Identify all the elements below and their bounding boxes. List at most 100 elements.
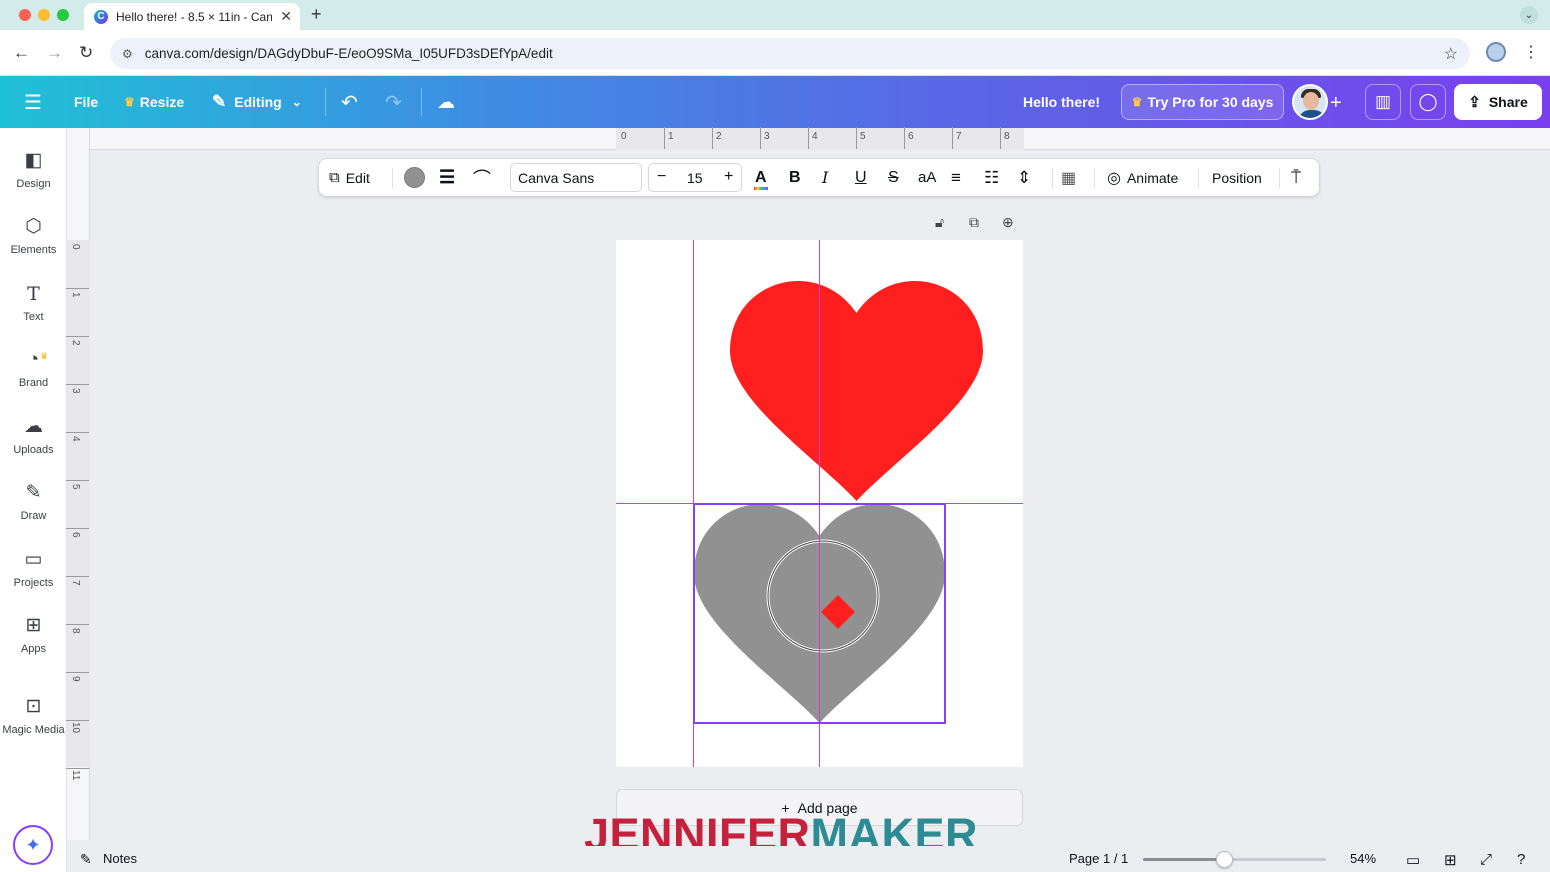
tab-search-chevron-icon[interactable]: ⌄ [1520,6,1538,24]
site-info-icon[interactable]: ⚙ [122,47,133,61]
browser-tab[interactable]: C Hello there! - 8.5 × 11in - Canva ✕ [84,3,300,30]
animate-label: Animate [1126,169,1179,186]
new-tab-icon[interactable]: + [311,4,322,25]
zoom-slider-thumb[interactable] [1215,851,1233,868]
grid-view-icon[interactable]: ⊞ [1444,851,1457,869]
red-heart-shape[interactable] [730,281,983,501]
try-pro-button[interactable]: ♛ Try Pro for 30 days [1121,84,1284,120]
edit-button[interactable]: ⧉ Edit [329,159,370,196]
crown-icon: ♛ [1131,95,1143,109]
magic-assistant-sparkle-icon[interactable]: ✦ [13,825,53,865]
sidebar-item-projects[interactable]: ▭ Projects [0,547,67,607]
list-icon[interactable]: ☷ [984,159,999,196]
corner-rounding-icon[interactable]: ⌒ [473,159,491,196]
share-label: Share [1488,94,1528,110]
editing-mode-dropdown[interactable]: ✎ Editing ⌄ [212,76,302,128]
hamburger-menu-icon[interactable]: ☰ [24,76,42,128]
sidebar-item-magic-media[interactable]: ⊡ Magic Media [0,694,67,754]
decrease-font-size-button[interactable]: − [657,168,666,186]
sidebar-item-elements[interactable]: ⬡ Elements [0,214,67,274]
reload-icon[interactable]: ↻ [79,43,93,63]
browser-profile-avatar[interactable] [1486,42,1506,62]
close-window-button[interactable] [19,9,31,21]
ruler-label: 5 [860,131,866,142]
font-size-value[interactable]: 15 [687,170,703,186]
address-bar[interactable]: ⚙ canva.com/design/DAGdyDbuF-E/eoO9SMa_I… [110,38,1470,69]
zoom-percentage[interactable]: 54% [1350,851,1376,866]
text-color-icon[interactable]: A [754,159,768,196]
align-center-icon[interactable]: ≡ [951,159,961,196]
url-text: canva.com/design/DAGdyDbuF-E/eoO9SMa_I05… [144,46,553,61]
uploads-icon: ☁ [24,416,43,437]
back-arrow-icon[interactable]: ← [13,43,30,63]
increase-font-size-button[interactable]: + [724,168,733,186]
ruler-label: 2 [70,340,81,346]
spacing-icon[interactable]: ⇕ [1017,159,1031,196]
minimize-window-button[interactable] [38,9,50,21]
zoom-slider[interactable] [1143,851,1326,868]
ruler-label: 6 [70,532,81,538]
left-sidebar: ◧ Design ⬡ Elements T Text ◔ ♛ Brand ☁ Up… [0,128,67,872]
italic-icon[interactable]: I [822,159,828,196]
copy-style-paint-roller-icon[interactable]: ⍑ [1291,159,1301,196]
ruler-label: 3 [70,388,81,394]
resize-button[interactable]: ♛ Resize [124,76,184,128]
lock-icon[interactable]: 🔓︎ [935,214,944,231]
sidebar-item-design[interactable]: ◧ Design [0,148,67,208]
sidebar-item-apps[interactable]: ⊞ Apps [0,613,67,673]
ruler-label: 8 [1004,131,1010,142]
tab-title: Hello there! - 8.5 × 11in - Canva [116,9,272,24]
animate-icon: ◎ [1107,169,1121,187]
font-family-dropdown[interactable]: Canva Sans [510,163,642,192]
bold-icon[interactable]: B [789,159,801,196]
insights-chart-icon[interactable]: ▥ [1365,84,1401,120]
page-view-icon[interactable]: ▭ [1406,851,1420,869]
ruler-label: 7 [70,580,81,586]
sidebar-item-uploads[interactable]: ☁ Uploads [0,414,67,474]
ruler-label: 2 [716,131,722,142]
letter-case-button[interactable]: aA [918,159,936,196]
bookmark-star-icon[interactable]: ☆ [1444,44,1458,64]
redo-icon[interactable]: ↷ [385,76,402,128]
sidebar-item-brand[interactable]: ◔ ♛ Brand [0,347,67,407]
undo-icon[interactable]: ↶ [341,76,358,128]
notes-button[interactable]: Notes [103,851,137,866]
browser-menu-icon[interactable]: ⋮ [1523,42,1539,62]
ruler-label: 1 [668,131,674,142]
position-button[interactable]: Position [1212,159,1262,196]
element-toolbar: ⧉ Edit ☰ ⌒ Canva Sans − 15 + A B I U S a… [319,159,1319,196]
notes-icon[interactable]: ✎ [80,851,92,868]
design-title[interactable]: Hello there! [1023,76,1100,128]
help-icon[interactable]: ? [1517,851,1525,868]
forward-arrow-icon[interactable]: → [46,43,63,63]
share-button[interactable]: ⇪ Share [1454,84,1542,120]
ruler-label: 10 [70,722,81,734]
fullscreen-icon[interactable]: ⤢ [1480,851,1492,868]
file-menu[interactable]: File [74,76,98,128]
add-collaborator-icon[interactable]: + [1330,92,1342,115]
selection-box[interactable] [693,503,946,724]
duplicate-page-icon[interactable]: ⧉ [969,214,979,231]
comment-icon[interactable]: ◯ [1410,84,1446,120]
border-style-icon[interactable]: ☰ [439,159,455,196]
ruler-label: 1 [70,292,81,298]
maximize-window-button[interactable] [57,9,69,21]
add-page-icon[interactable]: ⊕ [1002,214,1014,231]
sidebar-item-draw[interactable]: ✎ Draw [0,480,67,540]
shape-color-swatch[interactable] [404,167,425,188]
brand-icon: ◔ ♛ [28,347,48,373]
chevron-down-icon: ⌄ [291,95,302,109]
avatar[interactable] [1292,84,1328,120]
close-tab-icon[interactable]: ✕ [280,8,292,25]
page-indicator[interactable]: Page 1 / 1 [1069,851,1128,866]
crown-icon: ♛ [40,351,49,361]
animate-button[interactable]: ◎ Animate [1107,159,1178,196]
canva-header: ☰ File ♛ Resize ✎ Editing ⌄ ↶ ↷ ☁ Hello … [0,76,1550,128]
underline-icon[interactable]: U [855,159,867,196]
pencil-icon: ✎ [212,92,227,111]
strikethrough-icon[interactable]: S [888,159,899,196]
ruler-label: 0 [70,244,81,250]
cloud-save-icon[interactable]: ☁ [437,76,455,128]
sidebar-item-text[interactable]: T Text [0,281,67,341]
transparency-icon[interactable]: ▦ [1061,159,1076,196]
